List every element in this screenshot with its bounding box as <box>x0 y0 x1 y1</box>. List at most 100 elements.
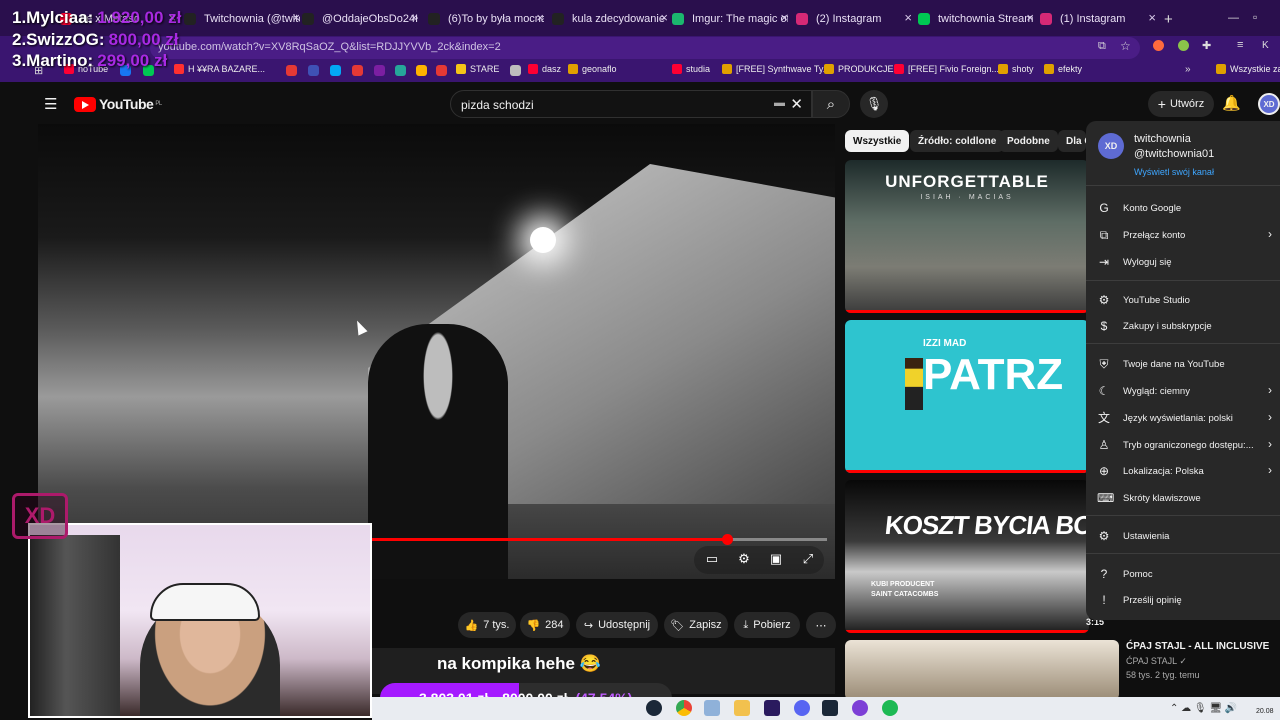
menu-item-settings[interactable]: ⚙ Ustawienia <box>1086 523 1280 549</box>
video-scrubber-handle[interactable] <box>722 534 733 545</box>
window-minimize-icon[interactable]: — <box>1228 12 1239 24</box>
filter-chip[interactable]: Źródło: coldlone <box>910 130 1005 152</box>
share-button[interactable]: ↪ Udostępnij <box>576 612 658 638</box>
menu-item-data-shield[interactable]: ⛨ Twoje dane na YouTube <box>1086 351 1280 377</box>
youtube-logo[interactable]: YouTube PL <box>74 96 162 112</box>
file-explorer-icon[interactable] <box>734 700 750 716</box>
close-tab-icon[interactable]: × <box>780 10 788 25</box>
bookmark-item[interactable]: PRODUKCJE <box>824 64 894 74</box>
browser-tab[interactable]: Twitchownia (@twitch × <box>184 8 300 30</box>
bookmark-item[interactable]: [FREE] Fivio Foreign... <box>894 64 999 74</box>
close-tab-icon[interactable]: × <box>536 10 544 25</box>
discord-icon[interactable] <box>794 700 810 716</box>
related-video-thumbnail[interactable]: UNFORGETTABLE ISIAH · MACIAS <box>845 160 1089 313</box>
browser-tab[interactable]: (1) Instagram × <box>1040 8 1156 30</box>
fullscreen-icon[interactable]: ⤢ <box>798 551 818 569</box>
extension-icon[interactable] <box>1178 40 1189 51</box>
close-tab-icon[interactable]: × <box>1148 10 1156 25</box>
video-player[interactable] <box>38 124 835 579</box>
clear-search-icon[interactable]: ✕ <box>790 95 803 113</box>
profile-button[interactable]: K <box>1262 40 1269 51</box>
pen-tool-icon[interactable] <box>704 700 720 716</box>
browser-tab[interactable]: @OddajeObsDo24H × <box>302 8 418 30</box>
keyboard-icon[interactable]: ▬ <box>774 97 785 109</box>
filter-chip[interactable]: Wszystkie <box>845 130 910 152</box>
menu-item-globe[interactable]: ⊕ Lokalizacja: Polska › <box>1086 458 1280 484</box>
bookmark-item[interactable]: studia <box>672 64 710 74</box>
system-tray-icons[interactable]: ⌃ ☁ 🎙 🖥 🔊 <box>1170 703 1237 714</box>
bookmark-item[interactable]: [FREE] Synthwave Ty... <box>722 64 830 74</box>
address-bar[interactable]: youtube.com/watch?v=XV8RqSaOZ_Q&list=RDJ… <box>150 37 1140 59</box>
install-app-icon[interactable]: ⧉ <box>1098 40 1106 53</box>
related-video-channel[interactable]: ĆPAJ STAJL ✓ <box>1126 656 1187 667</box>
bookmark-item[interactable]: dasz <box>528 64 561 74</box>
more-actions-button[interactable]: ⋯ <box>806 612 836 638</box>
site-shortcut-icon[interactable] <box>416 65 427 76</box>
menu-item-keyboard[interactable]: ⌨ Skróty klawiszowe <box>1086 485 1280 511</box>
site-shortcut-icon[interactable] <box>330 65 341 76</box>
view-channel-link[interactable]: Wyświetl swój kanał <box>1134 167 1214 177</box>
bookmark-item[interactable]: STARE <box>456 64 499 74</box>
new-tab-button[interactable]: + <box>1164 11 1173 28</box>
steam-icon[interactable] <box>646 700 662 716</box>
related-video-thumbnail[interactable] <box>845 640 1119 700</box>
dislike-button[interactable]: 👎 284 <box>520 612 570 638</box>
like-button[interactable]: 👍 7 tys. <box>458 612 516 638</box>
search-button[interactable]: ⌕ <box>812 90 850 118</box>
settings-gear-icon[interactable]: ⚙ <box>734 551 754 569</box>
search-input[interactable]: pizda schodzi ▬ ✕ <box>450 90 812 118</box>
account-avatar[interactable]: XD <box>1258 93 1280 115</box>
hamburger-menu-icon[interactable]: ☰ <box>44 95 57 113</box>
menu-item-purchases[interactable]: $ Zakupy i subskrypcje <box>1086 313 1280 339</box>
download-button[interactable]: ⤓ Pobierz <box>734 612 800 638</box>
related-video-title[interactable]: ĆPAJ STAJL - ALL INCLUSIVE <box>1126 641 1269 652</box>
menu-item-restricted-user[interactable]: ♙ Tryb ograniczonego dostępu:... › <box>1086 432 1280 458</box>
voice-search-button[interactable]: 🎙 <box>860 90 888 118</box>
bookmark-item[interactable]: efekty <box>1044 64 1082 74</box>
bookmark-item[interactable]: shoty <box>998 64 1034 74</box>
extension-icon[interactable] <box>1153 40 1164 51</box>
menu-item-feedback[interactable]: ! Prześlij opinię <box>1086 587 1280 613</box>
browser-tab[interactable]: Imgur: The magic of × <box>672 8 788 30</box>
close-tab-icon[interactable]: × <box>904 10 912 25</box>
menu-item-switch-account[interactable]: ⧉ Przełącz konto › <box>1086 222 1280 248</box>
menu-item-help[interactable]: ? Pomoc <box>1086 561 1280 587</box>
site-shortcut-icon[interactable] <box>436 65 447 76</box>
bookmark-item[interactable]: H ¥¥RA BAZARE... <box>174 64 265 74</box>
site-shortcut-icon[interactable] <box>286 65 297 76</box>
filter-chip[interactable]: Dla C <box>1058 130 1086 152</box>
chrome-icon[interactable] <box>676 700 692 716</box>
window-restore-icon[interactable]: ▫ <box>1253 10 1257 24</box>
related-video-thumbnail[interactable]: KOSZT BYCIA BOS KUBI PRODUCENT SAINT CAT… <box>845 480 1089 633</box>
save-button[interactable]: 🏷 Zapisz <box>664 612 728 638</box>
spotify-icon[interactable] <box>882 700 898 716</box>
browser-tab[interactable]: kula zdecydowanie w × <box>552 8 668 30</box>
media-controls-icon[interactable]: ≡ <box>1237 39 1243 51</box>
menu-item-google[interactable]: G Konto Google <box>1086 195 1280 221</box>
bookmark-star-icon[interactable]: ☆ <box>1120 39 1131 53</box>
site-shortcut-icon[interactable] <box>395 65 406 76</box>
browser-icon[interactable] <box>852 700 868 716</box>
notifications-bell-icon[interactable]: 🔔 <box>1222 94 1241 112</box>
close-tab-icon[interactable]: × <box>660 10 668 25</box>
browser-tab[interactable]: twitchownia Stream × <box>918 8 1034 30</box>
subtitles-icon[interactable]: ▭ <box>702 551 722 569</box>
create-button[interactable]: + Utwórz <box>1148 91 1214 117</box>
browser-tab[interactable]: (6)To by była mocna × <box>428 8 544 30</box>
menu-item-sign-out[interactable]: ⇥ Wyloguj się <box>1086 249 1280 275</box>
related-video-thumbnail[interactable]: IZZI MAD PATRZ <box>845 320 1089 473</box>
premiere-pro-icon[interactable] <box>764 700 780 716</box>
close-tab-icon[interactable]: × <box>292 10 300 25</box>
close-tab-icon[interactable]: × <box>410 10 418 25</box>
site-shortcut-icon[interactable] <box>308 65 319 76</box>
theater-mode-icon[interactable]: ▣ <box>766 551 786 569</box>
browser-tab[interactable]: (2) Instagram × <box>796 8 912 30</box>
menu-item-moon[interactable]: ☾ Wygląd: ciemny › <box>1086 378 1280 404</box>
bookmark-item[interactable]: geonaflo <box>568 64 617 74</box>
menu-item-studio[interactable]: ⚙ YouTube Studio <box>1086 287 1280 313</box>
filter-chip[interactable]: Podobne <box>999 130 1058 152</box>
bookmarks-overflow-chevron-icon[interactable]: » <box>1185 64 1191 75</box>
steam-client-icon[interactable] <box>822 700 838 716</box>
site-shortcut-icon[interactable] <box>352 65 363 76</box>
extensions-puzzle-icon[interactable]: ✚ <box>1202 39 1211 52</box>
